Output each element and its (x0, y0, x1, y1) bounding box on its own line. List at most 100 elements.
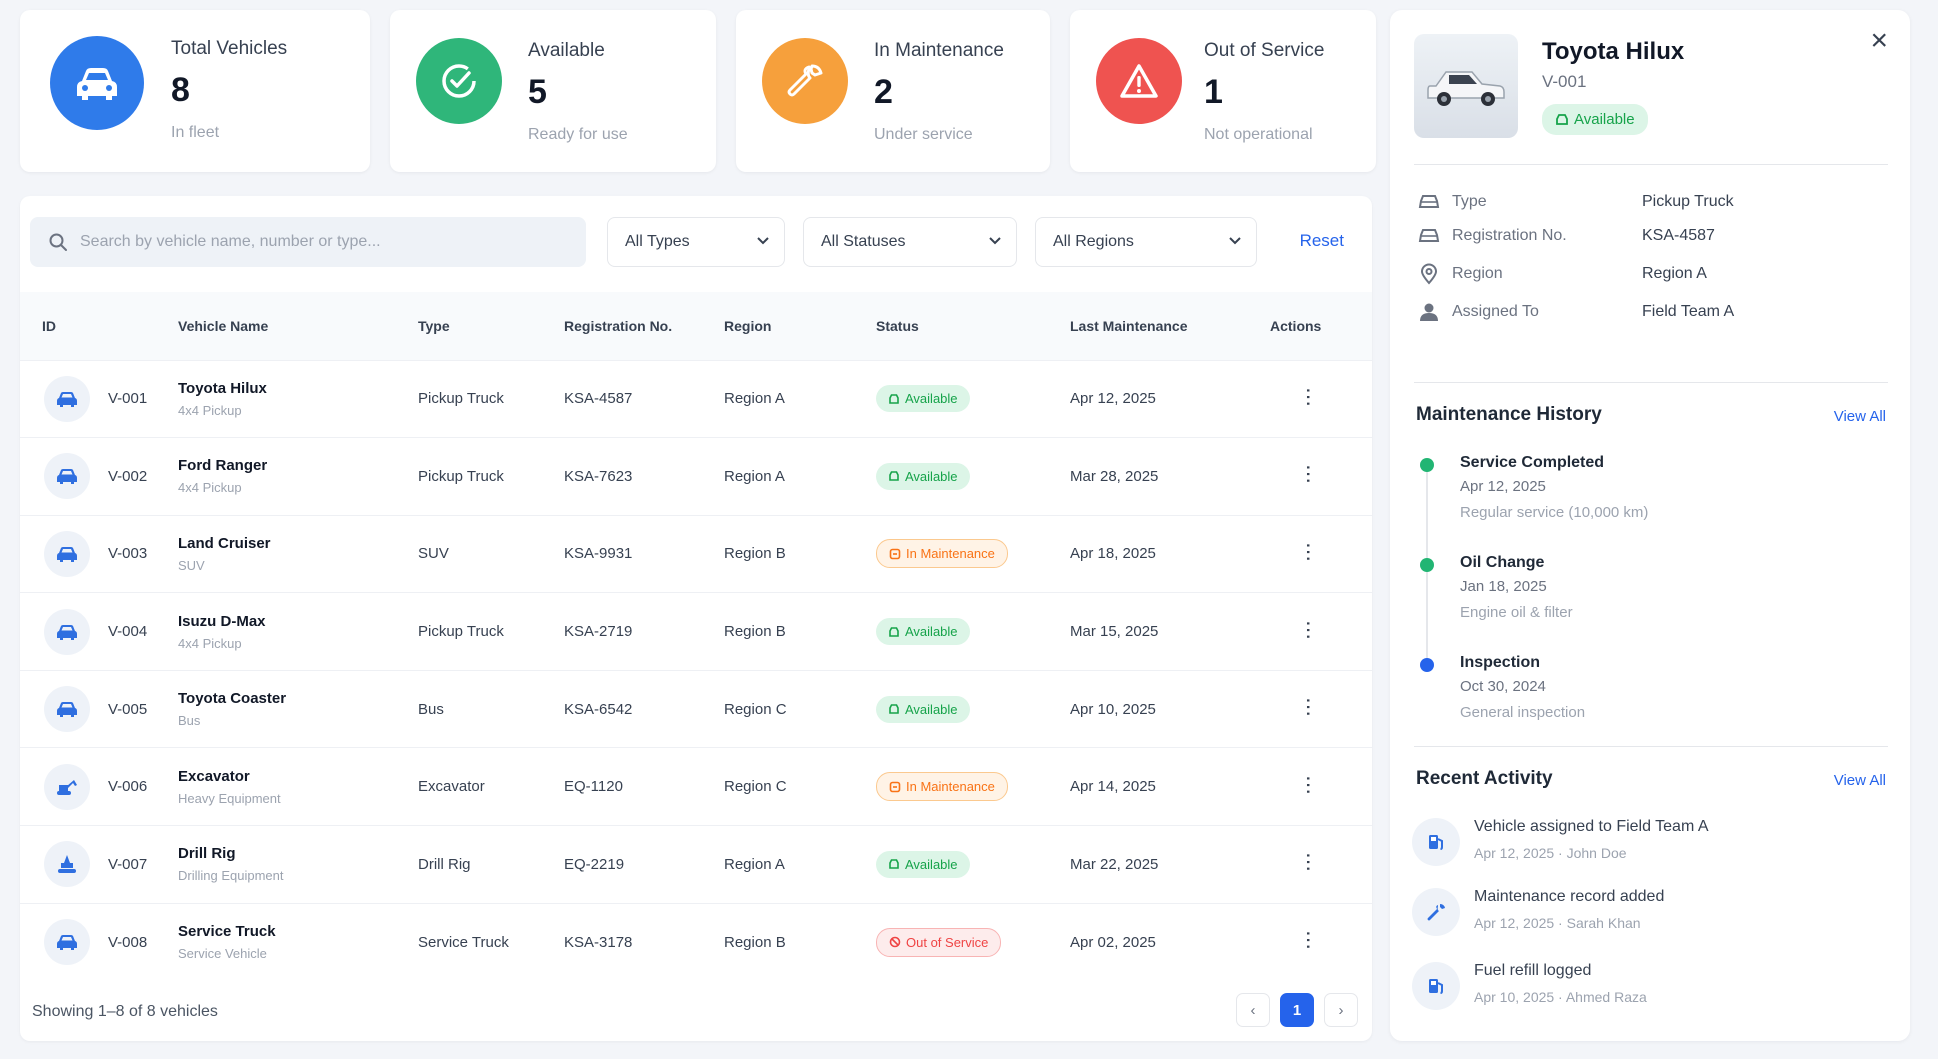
prev-page-button[interactable]: ‹ (1236, 993, 1270, 1027)
column-header-last-maintenance[interactable]: Last Maintenance (1070, 292, 1270, 360)
more-actions-icon[interactable]: ⋯ (1297, 542, 1319, 562)
column-header-registration[interactable]: Registration No. (564, 292, 724, 360)
car-icon (888, 703, 900, 715)
activity-view-all-link[interactable]: View All (1834, 772, 1886, 789)
detail-id: V-001 (1542, 72, 1587, 91)
stat-label: In Maintenance (874, 40, 1004, 61)
activity-meta: Apr 10, 2025 · Ahmed Raza (1474, 989, 1647, 1005)
close-icon[interactable]: × (1870, 24, 1888, 58)
vehicle-region: Region A (724, 855, 785, 873)
timeline-date: Jan 18, 2025 (1460, 578, 1547, 595)
status-filter-select[interactable]: All Statuses (803, 217, 1017, 267)
info-label: Assigned To (1452, 303, 1539, 320)
vehicle-type: Drill Rig (418, 855, 471, 873)
status-badge: Available (876, 695, 970, 723)
vehicle-last-maintenance: Apr 18, 2025 (1070, 545, 1156, 563)
more-actions-icon[interactable]: ⋯ (1297, 930, 1319, 950)
car-icon (44, 919, 90, 966)
type-filter-value: All Types (625, 233, 690, 250)
table-row[interactable]: V-002 Ford Ranger 4x4 Pickup Pickup Truck… (20, 437, 1372, 516)
vehicle-registration: KSA-4587 (564, 390, 633, 408)
stat-card-out-of-service[interactable]: Out of Service 1 Not operational (1070, 10, 1376, 172)
table-row[interactable]: V-006 Excavator Heavy Equipment Excavator… (20, 747, 1372, 826)
region-filter-value: All Regions (1053, 233, 1134, 250)
column-header-status[interactable]: Status (876, 292, 1070, 360)
info-label: Type (1452, 193, 1487, 210)
vehicle-id: V-006 (108, 778, 148, 796)
vehicle-name[interactable]: Service Truck (178, 923, 418, 940)
stat-sub: In fleet (171, 124, 220, 141)
table-row[interactable]: V-001 Toyota Hilux 4x4 Pickup Pickup Truc… (20, 360, 1372, 438)
vehicle-name[interactable]: Isuzu D-Max (178, 613, 418, 630)
status-filter-value: All Statuses (821, 233, 906, 250)
maintenance-view-all-link[interactable]: View All (1834, 408, 1886, 425)
more-actions-icon[interactable]: ⋯ (1297, 464, 1319, 484)
reset-button[interactable]: Reset (1300, 231, 1344, 251)
more-actions-icon[interactable]: ⋯ (1297, 620, 1319, 640)
column-header-region[interactable]: Region (724, 292, 876, 360)
table-row[interactable]: V-004 Isuzu D-Max 4x4 Pickup Pickup Truck… (20, 592, 1372, 671)
vehicle-registration: KSA-2719 (564, 623, 633, 641)
check-badge-icon (416, 38, 502, 124)
divider (1414, 382, 1888, 383)
page-button[interactable]: 1 (1280, 993, 1314, 1027)
column-header-type[interactable]: Type (418, 292, 564, 360)
car-icon (888, 470, 900, 482)
status-text: Available (905, 624, 958, 640)
vehicle-id: V-007 (108, 855, 148, 873)
vehicle-name[interactable]: Toyota Coaster (178, 690, 418, 707)
vehicle-last-maintenance: Mar 15, 2025 (1070, 623, 1159, 641)
vehicle-registration: KSA-3178 (564, 933, 633, 951)
search-input[interactable] (80, 233, 560, 251)
vehicle-name[interactable]: Toyota Hilux (178, 380, 418, 397)
stat-card-available[interactable]: Available 5 Ready for use (390, 10, 716, 172)
vehicle-type: Bus (418, 700, 444, 718)
timeline-description: Engine oil & filter (1460, 604, 1573, 621)
vehicle-id: V-004 (108, 623, 148, 641)
car-icon (50, 36, 144, 130)
column-header-id[interactable]: ID (20, 292, 178, 360)
info-label: Registration No. (1452, 227, 1567, 244)
vehicle-registration: EQ-1120 (564, 778, 623, 796)
car-icon (1556, 114, 1568, 125)
column-header-name[interactable]: Vehicle Name (178, 292, 418, 360)
vehicle-name[interactable]: Ford Ranger (178, 457, 418, 474)
vehicles-table: ID Vehicle Name Type Registration No. Re… (20, 292, 1372, 981)
more-actions-icon[interactable]: ⋯ (1297, 775, 1319, 795)
table-row[interactable]: V-005 Toyota Coaster Bus Bus KSA-6542 Reg… (20, 670, 1372, 748)
type-filter-select[interactable]: All Types (607, 217, 785, 267)
timeline-date: Apr 12, 2025 (1460, 478, 1546, 495)
vehicle-name[interactable]: Land Cruiser (178, 535, 418, 552)
more-actions-icon[interactable]: ⋯ (1297, 852, 1319, 872)
map-pin-icon (1418, 263, 1442, 285)
fuel-icon (1412, 818, 1460, 866)
search-box[interactable] (30, 217, 586, 267)
chevron-down-icon (1228, 233, 1242, 251)
stat-card-maintenance[interactable]: In Maintenance 2 Under service (736, 10, 1050, 172)
vehicle-subtitle: Bus (178, 713, 201, 729)
region-filter-select[interactable]: All Regions (1035, 217, 1257, 267)
stat-sub: Under service (874, 126, 973, 143)
vehicle-id: V-001 (108, 390, 148, 408)
vehicle-region: Region A (724, 467, 785, 485)
car-icon (888, 393, 900, 405)
stats-row: Total Vehicles 8 In fleet Available 5 Re… (20, 10, 1376, 172)
table-row[interactable]: V-007 Drill Rig Drilling Equipment Drill … (20, 825, 1372, 904)
detail-status-text: Available (1574, 111, 1635, 128)
info-value: Pickup Truck (1642, 193, 1734, 210)
wrench-icon (889, 548, 901, 560)
timeline-description: General inspection (1460, 704, 1586, 721)
stat-card-total[interactable]: Total Vehicles 8 In fleet (20, 10, 370, 172)
more-actions-icon[interactable]: ⋯ (1297, 387, 1319, 407)
vehicle-last-maintenance: Mar 28, 2025 (1070, 467, 1159, 485)
vehicle-name[interactable]: Excavator (178, 768, 418, 785)
more-actions-icon[interactable]: ⋯ (1297, 697, 1319, 717)
divider (1414, 746, 1888, 747)
vehicle-name[interactable]: Drill Rig (178, 845, 418, 862)
table-row[interactable]: V-003 Land Cruiser SUV SUV KSA-9931 Regio… (20, 515, 1372, 593)
next-page-button[interactable]: › (1324, 993, 1358, 1027)
chevron-left-icon: ‹ (1250, 1001, 1256, 1019)
vehicle-id: V-005 (108, 700, 148, 718)
table-row[interactable]: V-008 Service Truck Service Vehicle Servi… (20, 903, 1372, 981)
car-icon (888, 858, 900, 870)
